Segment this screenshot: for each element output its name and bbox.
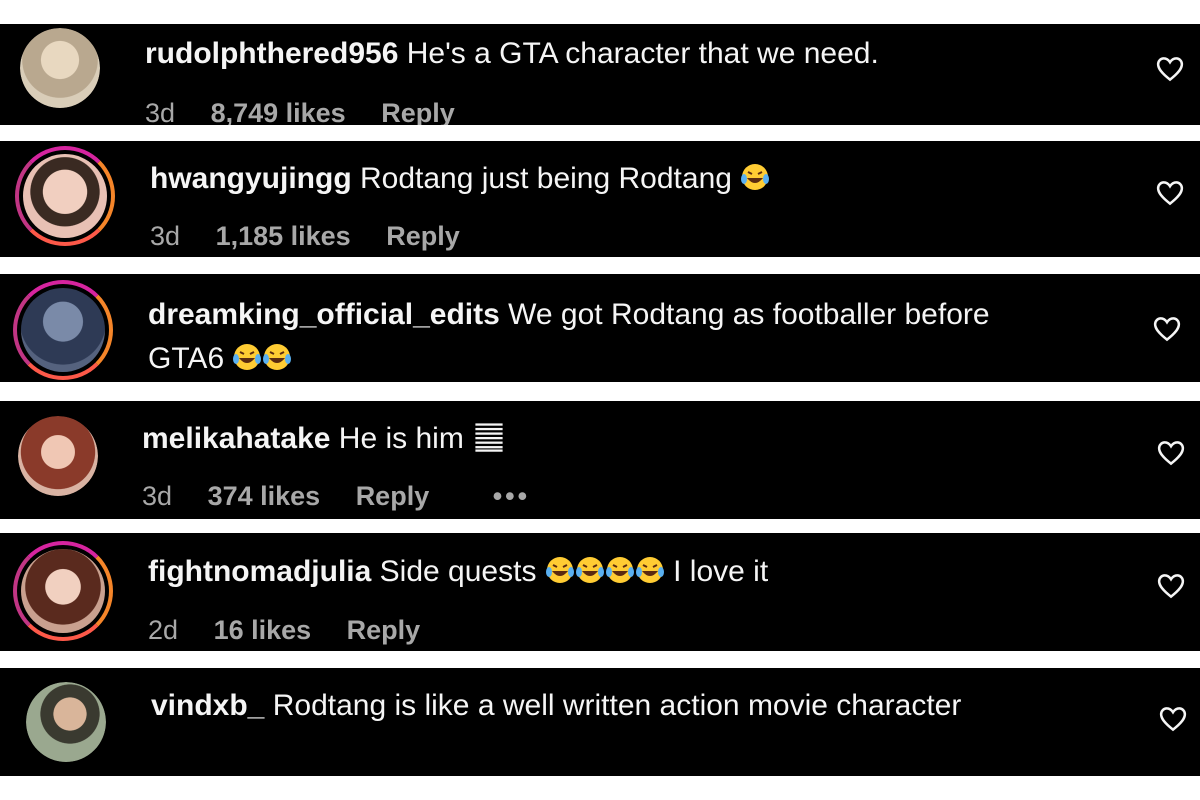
likes-count[interactable]: 374 likes — [208, 481, 321, 511]
heart-outline-icon[interactable] — [1155, 438, 1187, 468]
comment-body-2: I love it — [673, 555, 769, 588]
comment-text: dreamking_official_edits We got Rodtang … — [148, 293, 1068, 381]
comment-body: He is him — [338, 422, 464, 455]
comment-row: hwangyujingg Rodtang just being Rodtang … — [0, 141, 1200, 257]
comment-body: Side quests — [379, 555, 537, 588]
laughing-tears-emoji-icon — [545, 557, 574, 583]
comment-text: vindxb_ Rodtang is like a well written a… — [151, 684, 1031, 728]
comment-meta: 3d 374 likes Reply ••• — [142, 481, 558, 512]
username[interactable]: dreamking_official_edits — [148, 298, 500, 331]
reply-button[interactable]: Reply — [381, 98, 455, 125]
avatar[interactable] — [13, 280, 113, 380]
avatar[interactable] — [26, 682, 106, 762]
comment-row: melikahatake He is him 3d 374 likes Repl… — [0, 401, 1200, 519]
laughing-tears-emoji-icon — [233, 344, 262, 370]
comment-body: Rodtang just being Rodtang — [360, 162, 732, 195]
laughing-tears-emoji-icon — [263, 344, 292, 370]
comment-text: hwangyujingg Rodtang just being Rodtang — [150, 157, 1130, 201]
laughing-tears-emoji-icon — [575, 557, 604, 583]
timestamp: 3d — [142, 481, 173, 511]
likes-count[interactable]: 8,749 likes — [211, 98, 346, 125]
striped-flag-icon — [474, 422, 504, 452]
comment-text: fightnomadjulia Side quests I love it — [148, 550, 1128, 594]
username[interactable]: hwangyujingg — [150, 162, 352, 195]
comment-meta: 3d 1,185 likes Reply — [150, 221, 488, 252]
reply-button[interactable]: Reply — [356, 481, 430, 511]
avatar[interactable] — [20, 28, 100, 108]
likes-count[interactable]: 1,185 likes — [216, 221, 351, 251]
timestamp: 2d — [148, 615, 179, 645]
laughing-tears-emoji-icon — [741, 164, 770, 190]
heart-outline-icon[interactable] — [1157, 704, 1189, 734]
username[interactable]: melikahatake — [142, 422, 330, 455]
more-dots-icon[interactable]: ••• — [493, 481, 530, 511]
username[interactable]: fightnomadjulia — [148, 555, 371, 588]
comment-row: fightnomadjulia Side quests I love it 2d… — [0, 533, 1200, 651]
comment-row: dreamking_official_edits We got Rodtang … — [0, 274, 1200, 382]
timestamp: 3d — [150, 221, 181, 251]
heart-outline-icon[interactable] — [1155, 571, 1187, 601]
username[interactable]: vindxb_ — [151, 689, 264, 722]
laughing-tears-emoji-icon — [635, 557, 664, 583]
timestamp: 3d — [145, 98, 176, 125]
reply-button[interactable]: Reply — [347, 615, 421, 645]
comment-row: vindxb_ Rodtang is like a well written a… — [0, 668, 1200, 776]
heart-outline-icon[interactable] — [1151, 314, 1183, 344]
username[interactable]: rudolphthered956 — [145, 37, 398, 70]
likes-count[interactable]: 16 likes — [214, 615, 312, 645]
comment-body: Rodtang is like a well written action mo… — [272, 689, 962, 722]
reply-button[interactable]: Reply — [386, 221, 460, 251]
avatar[interactable] — [13, 541, 113, 641]
heart-outline-icon[interactable] — [1154, 178, 1186, 208]
comment-meta: 3d 8,749 likes Reply — [145, 98, 483, 125]
heart-outline-icon[interactable] — [1154, 54, 1186, 84]
avatar[interactable] — [15, 146, 115, 246]
comment-row: rudolphthered956 He's a GTA character th… — [0, 24, 1200, 125]
avatar[interactable] — [18, 416, 98, 496]
comment-text: melikahatake He is him — [142, 417, 1122, 461]
comment-text: rudolphthered956 He's a GTA character th… — [145, 32, 1125, 76]
comment-meta: 2d 16 likes Reply — [148, 615, 448, 646]
comment-body: He's a GTA character that we need. — [406, 37, 879, 70]
laughing-tears-emoji-icon — [605, 557, 634, 583]
